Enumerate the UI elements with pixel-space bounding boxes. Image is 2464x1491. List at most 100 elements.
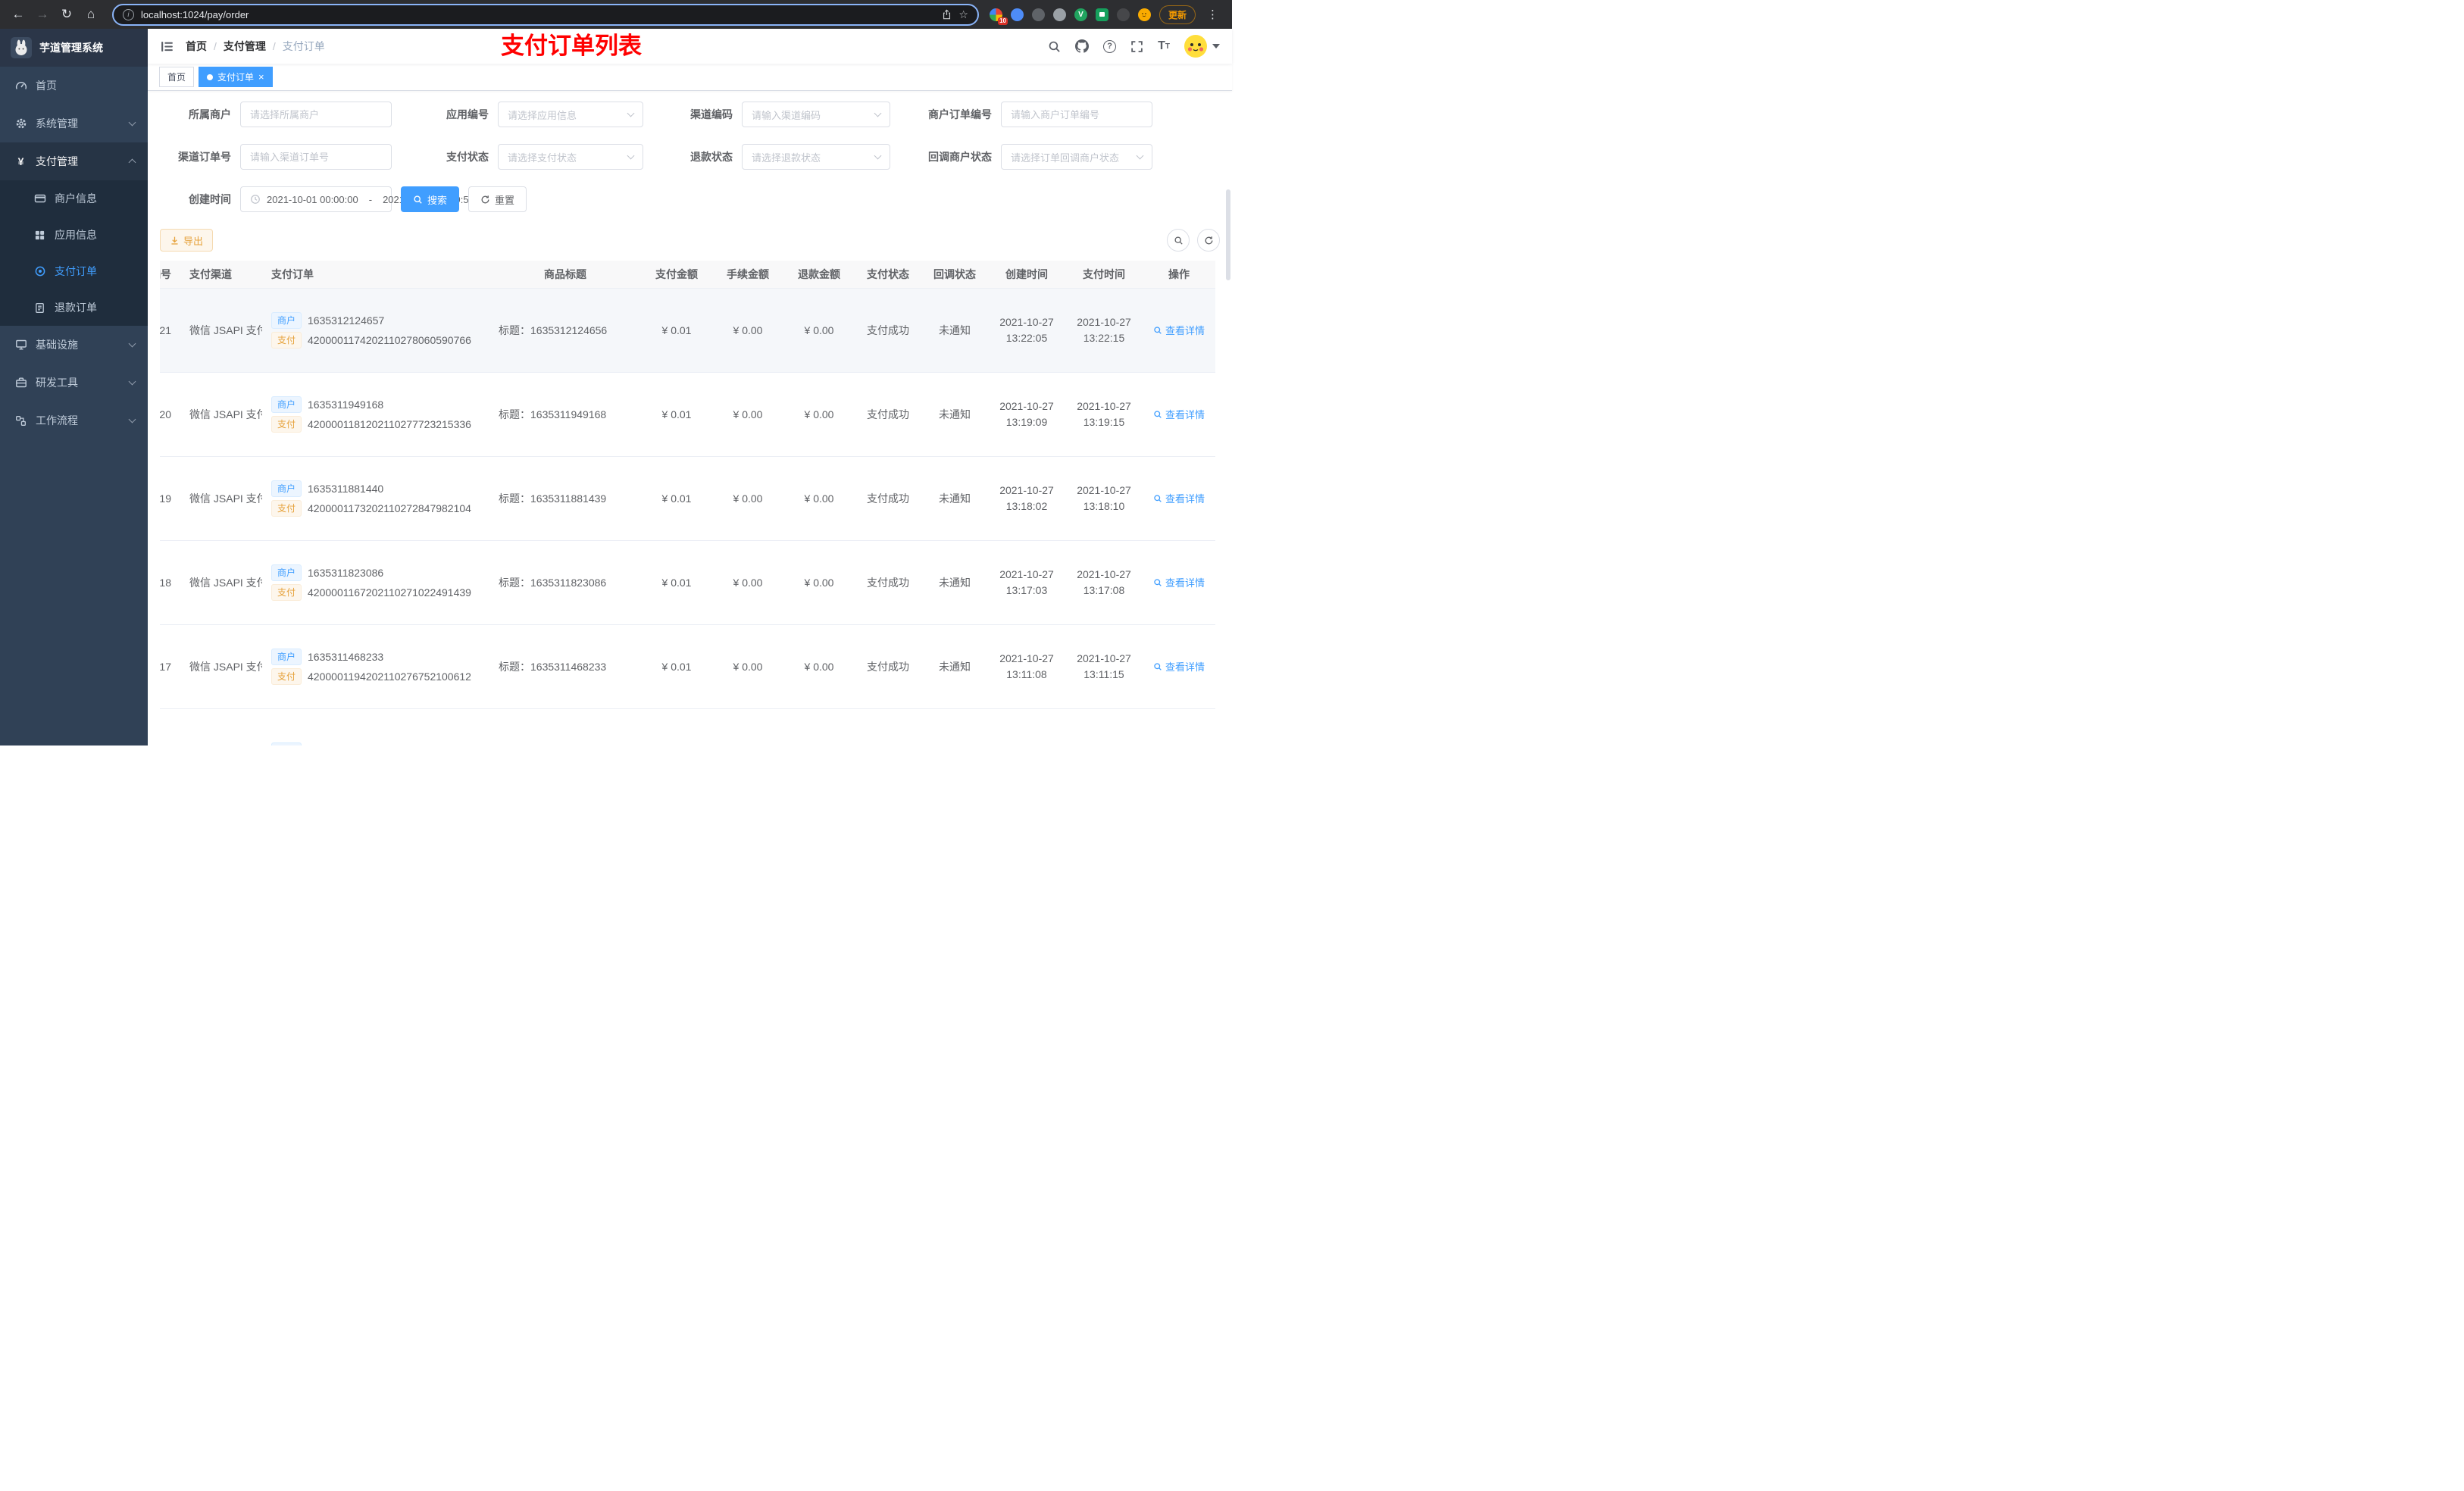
date-start: 2021-10-01 00:00:00: [267, 193, 358, 205]
sidebar-item-label: 应用信息: [55, 229, 97, 241]
user-menu[interactable]: [1184, 35, 1220, 58]
sidebar-fold-icon[interactable]: [160, 39, 174, 54]
url-text: localhost:1024/pay/order: [141, 8, 249, 20]
sidebar-item-label: 支付管理: [36, 155, 78, 167]
channel-code-select[interactable]: 请输入渠道编码: [742, 102, 890, 127]
app-id-select[interactable]: 请选择应用信息: [498, 102, 643, 127]
user-avatar: [1184, 35, 1207, 58]
forward-button[interactable]: →: [32, 4, 53, 25]
back-button[interactable]: ←: [8, 4, 29, 25]
share-icon[interactable]: [942, 9, 952, 20]
notify-status-select[interactable]: 请选择订单回调商户状态: [1001, 144, 1152, 170]
merchant-tag: 商户: [271, 395, 302, 413]
view-detail-link[interactable]: 查看详情: [1153, 323, 1205, 337]
scrollbar-thumb[interactable]: [1226, 189, 1230, 280]
channel-order-no-input[interactable]: [240, 144, 392, 170]
browser-profile-avatar[interactable]: [1137, 8, 1151, 21]
extension-icon-green-square[interactable]: [1095, 8, 1108, 21]
app-logo[interactable]: 芋道管理系统: [0, 29, 148, 67]
sidebar-item-workflow[interactable]: 工作流程: [0, 402, 148, 439]
refresh-icon[interactable]: [1197, 229, 1220, 252]
sidebar-menu: 首页 系统管理 ¥ 支付管理 商户信息 应用信息 支付订单 退款订单 基础设施 …: [0, 67, 148, 439]
filter-channel-order-no: 渠道订单号: [160, 144, 392, 170]
pay-tag: 支付: [271, 415, 302, 433]
merchant-tag: 商户: [271, 311, 302, 329]
sidebar-item-devtools[interactable]: 研发工具: [0, 364, 148, 402]
merchant-tag: 商户: [271, 648, 302, 665]
extension-icon-green-check[interactable]: V: [1074, 8, 1087, 21]
table-row: 18 微信 JSAPI 支付 商户 1635311823086 支付 4200001…: [160, 540, 1215, 625]
browser-update-button[interactable]: 更新: [1159, 5, 1196, 24]
chevron-down-icon: [627, 109, 635, 117]
extension-icon-puzzle[interactable]: [1116, 8, 1130, 21]
github-icon[interactable]: [1075, 39, 1090, 53]
chevron-down-icon: [874, 152, 882, 160]
breadcrumb: 首页 / 支付管理 / 支付订单: [186, 39, 325, 54]
home-button[interactable]: ⌂: [80, 4, 102, 25]
app-frame: 芋道管理系统 首页 系统管理 ¥ 支付管理 商户信息 应用信息 支付订单 退款订…: [0, 29, 1232, 746]
table-row: 19 微信 JSAPI 支付 商户 1635311881440 支付 4200001…: [160, 456, 1215, 541]
merchant-tag: 商户: [271, 480, 302, 497]
sidebar-item-pay-order[interactable]: 支付订单: [0, 253, 148, 289]
pay-tag: 支付: [271, 667, 302, 685]
extension-badge: 10: [998, 17, 1008, 25]
view-detail-link[interactable]: 查看详情: [1153, 491, 1205, 505]
sidebar-item-label: 首页: [36, 80, 57, 92]
close-icon[interactable]: ×: [258, 72, 264, 82]
sidebar-item-refund-order[interactable]: 退款订单: [0, 289, 148, 326]
extension-icon-dark-gray[interactable]: [1031, 8, 1045, 21]
extension-icon-colorful[interactable]: 10: [989, 8, 1008, 25]
address-bar[interactable]: i localhost:1024/pay/order ☆: [112, 3, 979, 26]
merchant-input[interactable]: [240, 102, 392, 127]
extension-icon-blue[interactable]: [1010, 8, 1024, 21]
tab-home[interactable]: 首页: [159, 67, 195, 87]
pay-tag: 支付: [271, 583, 302, 601]
pay-status-select[interactable]: 请选择支付状态: [498, 144, 643, 170]
grid-icon: [33, 229, 46, 242]
search-icon[interactable]: [1048, 40, 1061, 53]
refund-status-select[interactable]: 请选择退款状态: [742, 144, 890, 170]
merchant-order-no-input[interactable]: [1001, 102, 1152, 127]
sidebar-item-merchant-info[interactable]: 商户信息: [0, 180, 148, 217]
orders-table: 编号 支付渠道 支付订单 商品标题 支付金额 手续金额 退款金额 支付状态 回调…: [160, 261, 1220, 746]
fullscreen-icon[interactable]: [1130, 40, 1143, 53]
sidebar-item-app-info[interactable]: 应用信息: [0, 217, 148, 253]
toolbox-icon: [14, 377, 27, 389]
extension-icon-gray[interactable]: [1052, 8, 1066, 21]
sidebar-item-label: 研发工具: [36, 377, 78, 389]
reload-button[interactable]: ↻: [56, 4, 77, 25]
chevron-up-icon: [128, 158, 136, 167]
font-size-icon[interactable]: TT: [1158, 39, 1170, 53]
sidebar-item-payment[interactable]: ¥ 支付管理: [0, 142, 148, 180]
chevron-down-icon: [128, 118, 136, 127]
bookmark-star-icon[interactable]: ☆: [958, 8, 968, 21]
chevron-down-icon: [627, 152, 635, 160]
yen-icon: ¥: [17, 155, 24, 167]
search-button[interactable]: 搜索: [401, 186, 460, 212]
breadcrumb-home[interactable]: 首页: [186, 39, 207, 54]
view-detail-link[interactable]: 查看详情: [1153, 575, 1205, 589]
view-detail-link[interactable]: 查看详情: [1153, 659, 1205, 674]
site-info-icon[interactable]: i: [123, 8, 134, 20]
table-row: 21 微信 JSAPI 支付 商户 1635312124657 支付 4200001…: [160, 288, 1215, 373]
breadcrumb-pay-manage[interactable]: 支付管理: [224, 39, 266, 54]
reset-button[interactable]: 重置: [468, 186, 527, 212]
filter-app-id: 应用编号 请选择应用信息: [402, 102, 643, 127]
sidebar-item-home[interactable]: 首页: [0, 67, 148, 105]
target-icon: [33, 265, 46, 278]
gear-icon: [14, 117, 27, 130]
browser-toolbar: ← → ↻ ⌂ i localhost:1024/pay/order ☆ 10 …: [0, 0, 1232, 29]
extensions-area: 10 V 更新 ⋮: [989, 5, 1224, 25]
breadcrumb-current: 支付订单: [282, 40, 325, 52]
sidebar-item-label: 基础设施: [36, 339, 78, 351]
browser-menu-icon[interactable]: ⋮: [1204, 8, 1221, 21]
date-range-picker[interactable]: 2021-10-01 00:00:00 - 2021-10-31 23:59:5…: [240, 186, 474, 212]
show-search-icon[interactable]: [1167, 229, 1190, 252]
sidebar-item-infra[interactable]: 基础设施: [0, 326, 148, 364]
tab-pay-order[interactable]: 支付订单 ×: [199, 67, 273, 87]
export-button[interactable]: 导出: [160, 229, 214, 252]
table-row-partial: 商户1635311457126: [160, 708, 1215, 746]
sidebar-item-system[interactable]: 系统管理: [0, 105, 148, 142]
view-detail-link[interactable]: 查看详情: [1153, 407, 1205, 421]
help-icon[interactable]: ?: [1103, 39, 1117, 53]
